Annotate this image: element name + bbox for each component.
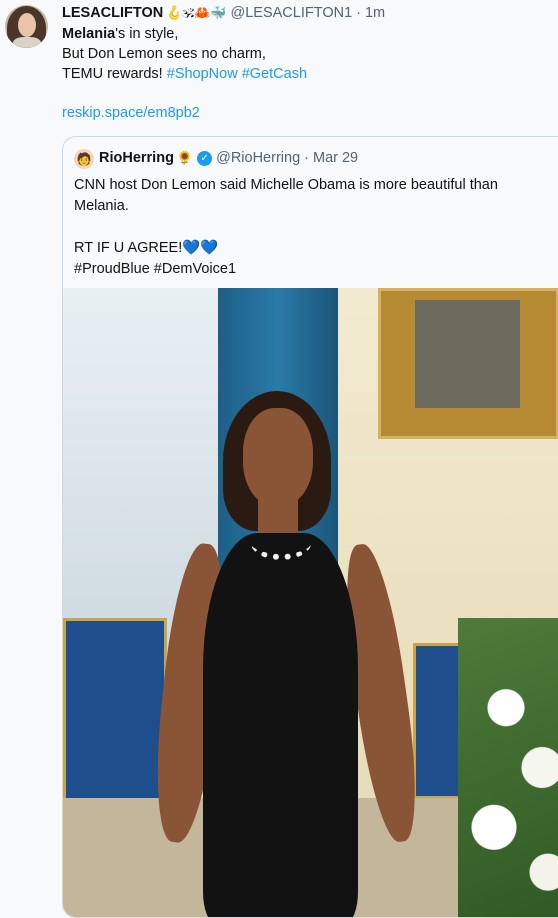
verified-badge-icon: ✓	[197, 150, 213, 166]
author-avatar[interactable]	[5, 5, 48, 48]
hashtag-getcash[interactable]: #GetCash	[242, 66, 307, 82]
avatar-shirt	[13, 37, 41, 48]
separator-dot: ·	[356, 5, 361, 21]
photo-face	[243, 408, 313, 506]
author-handle[interactable]: @LESACLIFTON1	[231, 5, 353, 21]
quoted-line-2: Melania.	[74, 198, 129, 214]
quoted-separator-dot: ·	[304, 150, 309, 166]
quoted-rt-text: RT IF U AGREE!	[74, 240, 183, 256]
quoted-author-emoji: 🌻	[176, 150, 194, 166]
hashtag-shopnow[interactable]: #ShopNow	[167, 66, 238, 82]
quoted-hashtags[interactable]: #ProudBlue #DemVoice1	[74, 259, 524, 280]
photo-flowers	[458, 618, 558, 917]
post-line-2: But Don Lemon sees no charm,	[62, 46, 266, 62]
photo-painting	[415, 300, 520, 408]
photo-chair-left	[63, 618, 167, 804]
quoted-avatar[interactable]: 🧑	[74, 149, 94, 169]
quoted-author-name[interactable]: RioHerring	[99, 150, 174, 166]
post-line-1-rest: 's in style,	[115, 26, 179, 42]
quoted-text: CNN host Don Lemon said Michelle Obama i…	[74, 175, 524, 280]
quoted-header: RioHerring 🌻 ✓ @RioHerring · Mar 29	[99, 150, 358, 166]
post-line-1-bold: Melania	[62, 26, 116, 42]
post-header: LESACLIFTON 🪝🕉🦀🐳 @LESACLIFTON1 · 1m	[62, 3, 385, 23]
quoted-blank-line	[74, 217, 524, 238]
quoted-date[interactable]: Mar 29	[313, 150, 358, 166]
quoted-line-1: CNN host Don Lemon said Michelle Obama i…	[74, 177, 498, 193]
post-line-3-text: TEMU rewards!	[62, 66, 167, 82]
post-line-1: Melania's in style,	[62, 24, 542, 44]
post-line-3: TEMU rewards! #ShopNow #GetCash	[62, 64, 542, 84]
quoted-photo[interactable]	[63, 288, 558, 917]
quoted-line-3: RT IF U AGREE!💙💙	[74, 238, 524, 259]
author-name[interactable]: LESACLIFTON	[62, 5, 163, 21]
post-time[interactable]: 1m	[365, 5, 385, 21]
avatar-face	[18, 13, 36, 37]
photo-dress	[203, 533, 358, 917]
quoted-handle[interactable]: @RioHerring	[216, 150, 300, 166]
post-text: Melania's in style, But Don Lemon sees n…	[62, 24, 542, 84]
author-emojis: 🪝🕉🦀🐳	[166, 5, 227, 21]
photo-pearl-necklace	[251, 526, 311, 560]
post-link[interactable]: reskip.space/em8pb2	[62, 105, 200, 121]
quoted-tweet[interactable]: 🧑 RioHerring 🌻 ✓ @RioHerring · Mar 29 CN…	[62, 136, 558, 918]
blue-heart-icons: 💙💙	[182, 240, 219, 256]
